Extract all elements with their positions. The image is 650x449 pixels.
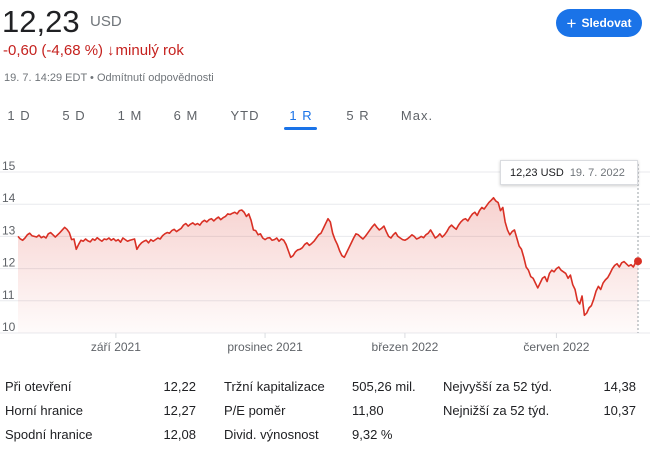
chart-tooltip: 12,23 USD 19. 7. 2022 (500, 160, 638, 185)
stat-value-52w-low: 10,37 (603, 403, 636, 418)
x-tick-label: prosinec 2021 (227, 340, 303, 354)
tab-ytd[interactable]: YTD (228, 108, 262, 123)
tab-6m[interactable]: 6 M (171, 108, 201, 123)
tab-5d[interactable]: 5 D (60, 108, 88, 123)
stat-value-low: 12,08 (163, 427, 196, 442)
stat-label-market-cap: Tržní kapitalizace (224, 379, 325, 394)
tab-1r[interactable]: 1 R (287, 108, 315, 123)
tooltip-date: 19. 7. 2022 (569, 166, 625, 179)
y-tick-label: 12 (2, 256, 16, 270)
stat-value-52w-high: 14,38 (603, 379, 636, 394)
tooltip-price: 12,23 USD (510, 166, 564, 179)
arrow-down-icon: ↓ (107, 42, 115, 59)
stat-value-market-cap: 505,26 mil. (352, 379, 416, 394)
y-tick-label: 15 (2, 159, 16, 173)
stat-value-high: 12,27 (163, 403, 196, 418)
tab-1m[interactable]: 1 M (115, 108, 145, 123)
active-tab-indicator (284, 127, 317, 130)
disclaimer-link[interactable]: Odmítnutí odpovědnosti (97, 72, 214, 84)
change-period: minulý rok (115, 42, 184, 59)
y-tick-label: 10 (2, 320, 16, 334)
last-price-dot (634, 257, 642, 266)
stock-price: 12,23 (2, 4, 80, 39)
currency-label: USD (90, 13, 122, 30)
follow-button-label: Sledovat (581, 16, 632, 30)
stat-value-pe-ratio: 11,80 (352, 403, 384, 418)
stat-label-low: Spodní hranice (5, 427, 93, 442)
tab-max[interactable]: Max. (399, 108, 435, 123)
stat-label-high: Horní hranice (5, 403, 84, 418)
stat-label-pe-ratio: P/E poměr (224, 403, 286, 418)
price-change: -0,60 (-4,68 %) ↓minulý rok (3, 42, 184, 59)
plus-icon: + (566, 13, 577, 33)
follow-button[interactable]: + Sledovat (556, 9, 642, 37)
stat-label-52w-low: Nejnižší za 52 týd. (443, 403, 550, 418)
stat-value-open: 12,22 (163, 379, 196, 394)
timestamp: 19. 7. 14:29 EDT (4, 72, 87, 84)
separator: • (90, 72, 94, 84)
y-tick-label: 13 (2, 223, 16, 237)
stat-label-dividend-yield: Divid. výnosnost (224, 427, 319, 442)
y-tick-label: 14 (2, 191, 16, 205)
change-value: -0,60 (-4,68 %) (3, 42, 104, 59)
x-tick-label: září 2021 (91, 340, 141, 354)
x-tick-label: červen 2022 (523, 340, 589, 354)
tab-1d[interactable]: 1 D (6, 108, 32, 123)
stat-label-open: Při otevření (5, 379, 72, 394)
stat-value-dividend-yield: 9,32 % (352, 427, 393, 442)
y-tick-label: 11 (2, 288, 15, 302)
x-tick-label: březen 2022 (372, 340, 439, 354)
tab-5r[interactable]: 5 R (344, 108, 372, 123)
quote-meta: 19. 7. 14:29 EDT • Odmítnutí odpovědnost… (4, 72, 214, 84)
stat-label-52w-high: Nejvyšší za 52 týd. (443, 379, 553, 394)
